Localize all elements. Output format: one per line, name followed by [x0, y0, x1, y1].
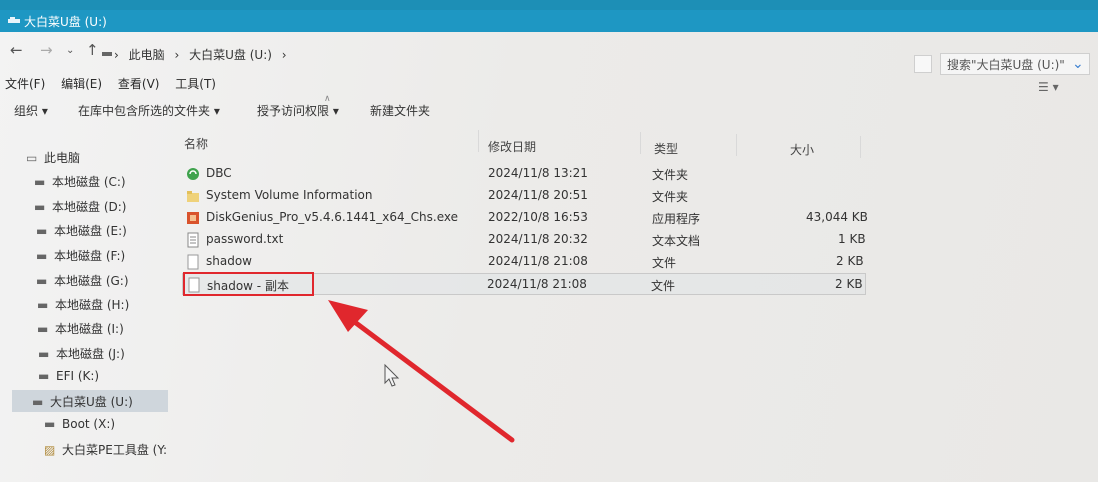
text-file-icon: [187, 232, 199, 248]
help-chevron-icon[interactable]: ⌄: [1072, 56, 1084, 72]
column-header-modified[interactable]: 修改日期: [488, 138, 536, 155]
grant-access-button[interactable]: 授予访问权限 ▾: [257, 102, 339, 119]
drive-icon: ▬: [37, 322, 49, 336]
drive-icon: ▬: [34, 175, 46, 189]
file-row[interactable]: DiskGenius_Pro_v5.4.6.1441_x64_Chs.exe 2…: [182, 207, 868, 229]
file-modified: 2024/11/8 21:08: [488, 254, 588, 268]
sort-ascending-icon: ∧: [324, 94, 331, 104]
column-divider[interactable]: [478, 130, 479, 152]
tool-drive-icon: ▨: [44, 443, 56, 457]
nav-item-efi[interactable]: ▬ EFI (K:): [38, 369, 99, 389]
file-type: 文件: [652, 256, 677, 270]
column-divider[interactable]: [640, 132, 641, 154]
search-input[interactable]: 搜索"大白菜U盘 (U:)": [940, 53, 1090, 75]
breadcrumb-separator: ›: [281, 48, 287, 62]
folder-icon: [187, 191, 199, 202]
column-header-name[interactable]: 名称: [184, 135, 208, 152]
file-type: 文件夹: [652, 168, 689, 182]
nav-item-usb-drive[interactable]: ▬ 大白菜U盘 (U:): [12, 390, 168, 412]
file-type: 文件: [651, 279, 676, 293]
file-row[interactable]: password.txt 2024/11/8 20:32 文本文档 1 KB: [182, 229, 866, 251]
breadcrumb-item-drive[interactable]: 大白菜U盘 (U:): [189, 48, 272, 62]
file-modified: 2022/10/8 16:53: [488, 210, 588, 224]
drive-icon: ▬: [44, 417, 56, 431]
up-arrow-icon[interactable]: ↑: [86, 41, 99, 59]
nav-item-this-pc[interactable]: ▭ 此电脑: [26, 149, 80, 169]
drive-icon: ▬: [38, 369, 50, 383]
file-type: 文件夹: [652, 190, 689, 204]
window-title: 大白菜U盘 (U:): [24, 15, 107, 29]
drive-icon: ▬: [38, 347, 50, 361]
breadcrumb-separator: ›: [114, 48, 119, 62]
file-modified: 2024/11/8 21:08: [487, 277, 587, 291]
chevron-down-icon[interactable]: ⌄: [66, 45, 74, 56]
nav-item-drive-f[interactable]: ▬ 本地磁盘 (F:): [36, 247, 125, 267]
file-name: DiskGenius_Pro_v5.4.6.1441_x64_Chs.exe: [206, 210, 458, 224]
drive-icon: ▬: [36, 249, 48, 263]
file-icon: [187, 254, 199, 270]
folder-sync-icon: [187, 168, 199, 180]
file-modified: 2024/11/8 20:32: [488, 232, 588, 246]
refresh-button[interactable]: [914, 55, 932, 73]
back-arrow-icon[interactable]: ←: [10, 41, 23, 59]
nav-item-pe-tool-drive[interactable]: ▨ 大白菜PE工具盘 (Y:: [44, 441, 167, 461]
exe-icon: [187, 212, 199, 224]
column-header-size[interactable]: 大小: [790, 141, 814, 158]
file-size: 2 KB: [836, 254, 864, 268]
address-bar-row: ← → ⌄ ↑ › 此电脑 › 大白菜U盘 (U:) › 搜索"大白菜U盘 (U…: [0, 32, 1098, 75]
annotation-highlight-box: [183, 272, 314, 296]
file-type: 应用程序: [652, 212, 701, 226]
file-name: DBC: [206, 166, 232, 180]
pc-icon: ▭: [26, 151, 38, 165]
file-name: System Volume Information: [206, 188, 373, 202]
file-name: password.txt: [206, 232, 284, 246]
usb-drive-icon: [8, 17, 20, 23]
include-in-library-button[interactable]: 在库中包含所选的文件夹 ▾: [78, 102, 220, 119]
breadcrumb-separator: ›: [174, 48, 180, 62]
file-size: 1 KB: [838, 232, 866, 246]
menu-tools[interactable]: 工具(T): [175, 77, 216, 91]
nav-item-boot[interactable]: ▬ Boot (X:): [44, 417, 115, 437]
nav-item-drive-j[interactable]: ▬ 本地磁盘 (J:): [38, 345, 125, 365]
column-header-type[interactable]: 类型: [654, 140, 678, 157]
drive-icon: ▬: [36, 274, 48, 288]
nav-item-drive-c[interactable]: ▬ 本地磁盘 (C:): [34, 173, 126, 193]
usb-drive-icon: ▬: [32, 395, 44, 409]
nav-item-drive-g[interactable]: ▬ 本地磁盘 (G:): [36, 272, 129, 292]
file-size: 43,044 KB: [806, 210, 868, 224]
file-row[interactable]: DBC 2024/11/8 13:21 文件夹: [182, 163, 866, 185]
file-modified: 2024/11/8 13:21: [488, 166, 588, 180]
mouse-cursor-icon: [384, 363, 400, 387]
menu-edit[interactable]: 编辑(E): [61, 77, 102, 91]
file-size: 2 KB: [835, 277, 863, 291]
file-modified: 2024/11/8 20:51: [488, 188, 588, 202]
nav-item-drive-i[interactable]: ▬ 本地磁盘 (I:): [37, 320, 124, 340]
file-row[interactable]: shadow 2024/11/8 21:08 文件 2 KB: [182, 251, 866, 273]
nav-item-drive-h[interactable]: ▬ 本地磁盘 (H:): [37, 296, 129, 316]
menu-file[interactable]: 文件(F): [5, 77, 45, 91]
new-folder-button[interactable]: 新建文件夹: [370, 102, 430, 119]
file-type: 文本文档: [652, 234, 701, 248]
command-bar: 组织 ▾ 在库中包含所选的文件夹 ▾ 授予访问权限 ▾ 新建文件夹: [0, 98, 1098, 122]
column-divider[interactable]: [736, 134, 737, 156]
file-row[interactable]: System Volume Information 2024/11/8 20:5…: [182, 185, 866, 207]
title-bar: 大白菜U盘 (U:): [0, 10, 1098, 32]
drive-icon: [102, 52, 112, 56]
nav-item-drive-e[interactable]: ▬ 本地磁盘 (E:): [36, 222, 127, 242]
organize-button[interactable]: 组织 ▾: [14, 102, 48, 119]
menu-bar: 文件(F) 编辑(E) 查看(V) 工具(T): [5, 75, 228, 93]
nav-item-drive-d[interactable]: ▬ 本地磁盘 (D:): [34, 198, 126, 218]
view-options-icon[interactable]: ☰ ▾: [1038, 80, 1059, 94]
drive-icon: ▬: [36, 224, 48, 238]
breadcrumb[interactable]: › 此电脑 › 大白菜U盘 (U:) ›: [114, 46, 293, 63]
column-divider[interactable]: [860, 136, 861, 158]
file-name: shadow: [206, 254, 252, 268]
breadcrumb-item-pc[interactable]: 此电脑: [129, 48, 165, 62]
drive-icon: ▬: [37, 298, 49, 312]
menu-view[interactable]: 查看(V): [118, 77, 160, 91]
drive-icon: ▬: [34, 200, 46, 214]
forward-arrow-icon[interactable]: →: [40, 41, 53, 59]
